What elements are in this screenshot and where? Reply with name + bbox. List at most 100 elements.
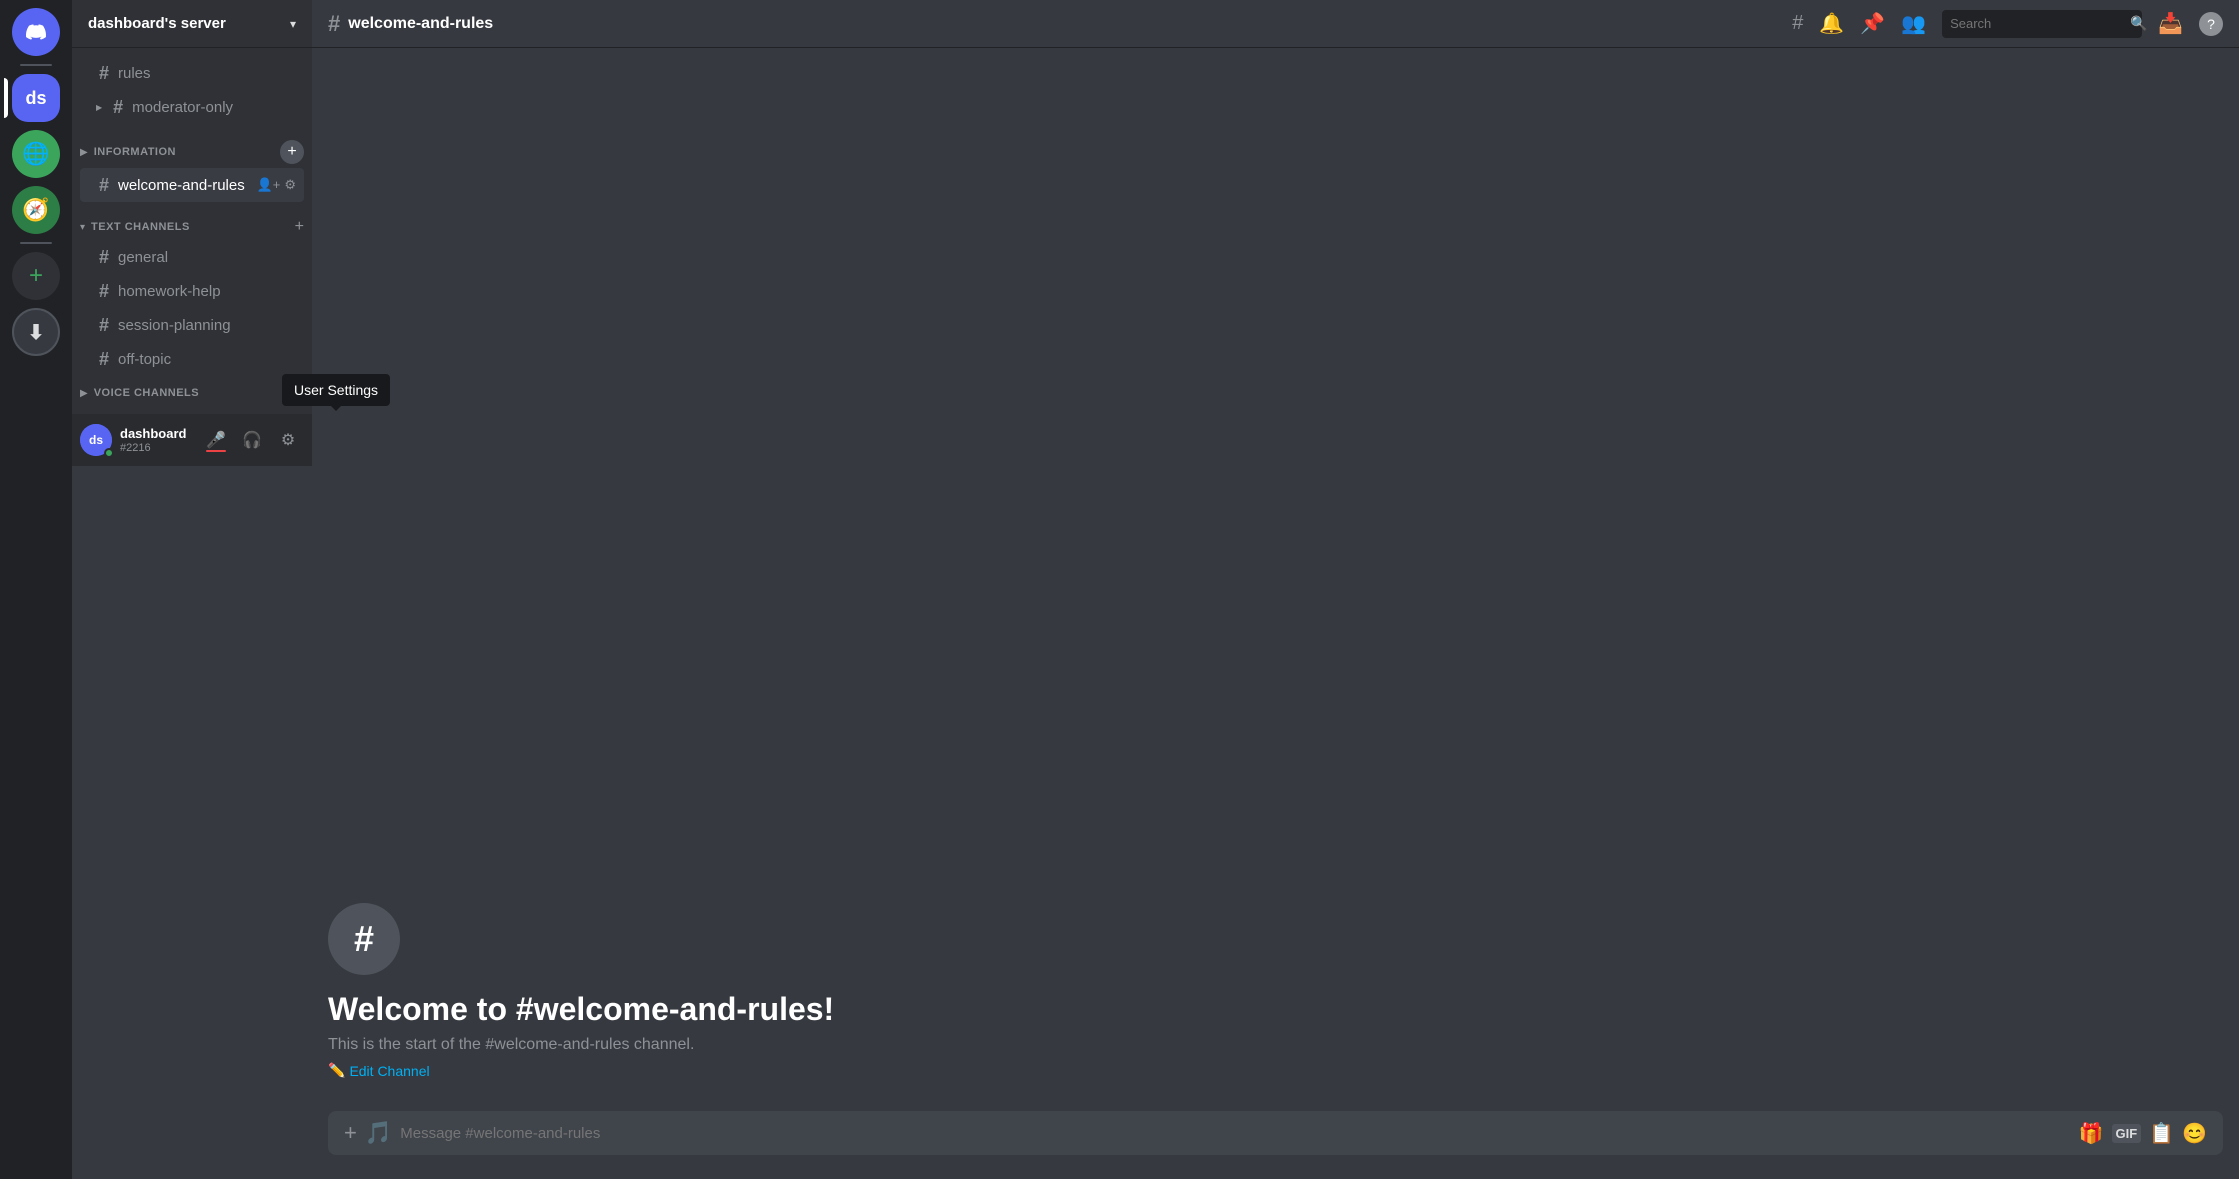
server-divider bbox=[20, 64, 52, 66]
mute-line bbox=[206, 450, 226, 452]
hash-icon-5: # bbox=[96, 281, 112, 302]
channel-item-off-topic[interactable]: # off-topic bbox=[80, 342, 304, 376]
section-arrow-icon: ▶ bbox=[80, 147, 88, 158]
server-icon-ds-wrapper: ds bbox=[12, 74, 60, 122]
section-add-text-button[interactable]: + bbox=[295, 218, 304, 236]
section-arrow-text-icon: ▾ bbox=[80, 222, 85, 233]
server-icon-compass[interactable]: 🧭 bbox=[12, 186, 60, 234]
channel-header-name: welcome-and-rules bbox=[348, 15, 493, 33]
channel-item-session-planning[interactable]: # session-planning bbox=[80, 308, 304, 342]
edit-channel-link[interactable]: ✏️ Edit Channel bbox=[328, 1062, 2223, 1079]
channel-name-welcome: welcome-and-rules bbox=[118, 177, 245, 194]
search-input[interactable] bbox=[1950, 16, 2126, 31]
header-actions: # 🔔 📌 👥 🔍 📥 ? bbox=[1792, 10, 2223, 38]
message-input-area: + 🎵 🎁 GIF 📋 😊 bbox=[312, 1111, 2239, 1179]
emoji-icon[interactable]: 😊 bbox=[2182, 1121, 2207, 1146]
channel-name-general: general bbox=[118, 249, 168, 266]
username: dashboard bbox=[120, 426, 192, 442]
main-content: # welcome-and-rules # 🔔 📌 👥 🔍 📥 ? # Welc… bbox=[312, 0, 2239, 1179]
channel-name-moderator: moderator-only bbox=[132, 99, 233, 116]
user-discriminator: #2216 bbox=[120, 442, 192, 454]
server-divider-2 bbox=[20, 242, 52, 244]
hash-icon-6: # bbox=[96, 315, 112, 336]
channel-name: rules bbox=[118, 65, 151, 82]
search-icon: 🔍 bbox=[2130, 15, 2147, 32]
messages-area: # Welcome to #welcome-and-rules! This is… bbox=[312, 48, 2239, 1111]
threads-icon[interactable]: # bbox=[1792, 12, 1803, 35]
section-text-channels: ▾ TEXT CHANNELS + bbox=[72, 202, 312, 240]
channel-item-homework-help[interactable]: # homework-help bbox=[80, 274, 304, 308]
pin-icon[interactable]: 📌 bbox=[1860, 11, 1885, 36]
welcome-icon: # bbox=[328, 903, 400, 975]
notifications-icon[interactable]: 🔔 bbox=[1819, 11, 1844, 36]
settings-icon[interactable]: ⚙ bbox=[284, 177, 296, 193]
help-icon[interactable]: ? bbox=[2199, 12, 2223, 36]
section-add-button-information[interactable]: + bbox=[280, 140, 304, 164]
bullet-icon: ▶ bbox=[96, 103, 102, 112]
hash-icon-2: # bbox=[110, 97, 126, 118]
user-settings-button[interactable]: ⚙ bbox=[272, 424, 304, 456]
server-icon-ds[interactable]: ds bbox=[12, 74, 60, 122]
hash-icon-3: # bbox=[96, 175, 112, 196]
user-avatar: ds bbox=[80, 424, 112, 456]
section-voice-channels: ▶ VOICE CHANNELS + bbox=[72, 380, 312, 406]
user-settings-tooltip: User Settings bbox=[282, 374, 390, 406]
welcome-subtitle: This is the start of the #welcome-and-ru… bbox=[328, 1036, 2223, 1054]
user-actions: 🎤 🎧 ⚙ bbox=[200, 424, 304, 456]
gift-icon[interactable]: 🎁 bbox=[2079, 1121, 2104, 1146]
mute-button[interactable]: 🎤 bbox=[200, 424, 232, 456]
server-icon-download[interactable]: ⬇ bbox=[12, 308, 60, 356]
members-icon[interactable]: 👥 bbox=[1901, 11, 1926, 36]
message-input-actions: 🎁 GIF 📋 😊 bbox=[2079, 1121, 2207, 1146]
section-voice-left: ▶ VOICE CHANNELS bbox=[80, 387, 199, 399]
channel-name-session-planning: session-planning bbox=[118, 317, 231, 334]
channel-item-welcome-and-rules[interactable]: # welcome-and-rules 👤+ ⚙ bbox=[80, 168, 304, 202]
user-info: dashboard #2216 bbox=[120, 426, 192, 454]
server-list: ds 🌐 🧭 + ⬇ bbox=[0, 0, 72, 1179]
gif-icon[interactable]: GIF bbox=[2112, 1124, 2142, 1143]
channel-item-rules[interactable]: # rules bbox=[80, 56, 304, 90]
section-text-left: ▾ TEXT CHANNELS bbox=[80, 221, 190, 233]
server-header[interactable]: dashboard's server ▾ bbox=[72, 0, 312, 48]
hash-icon-4: # bbox=[96, 247, 112, 268]
hash-icon-7: # bbox=[96, 349, 112, 370]
channel-item-actions: 👤+ ⚙ bbox=[257, 177, 296, 193]
channel-welcome: # Welcome to #welcome-and-rules! This is… bbox=[312, 903, 2239, 1095]
inbox-icon[interactable]: 📥 bbox=[2158, 11, 2183, 36]
section-label-voice-channels[interactable]: VOICE CHANNELS bbox=[94, 387, 199, 399]
headphones-button[interactable]: 🎧 bbox=[236, 424, 268, 456]
channel-name-homework-help: homework-help bbox=[118, 283, 221, 300]
section-label-information[interactable]: INFORMATION bbox=[94, 146, 176, 158]
channel-sidebar: dashboard's server ▾ # rules ▶ # moderat… bbox=[72, 0, 312, 1179]
message-input-box: + 🎵 🎁 GIF 📋 😊 bbox=[328, 1111, 2223, 1155]
add-member-icon[interactable]: 👤+ bbox=[257, 177, 281, 193]
svg-text:ds: ds bbox=[89, 433, 103, 447]
server-icon-green[interactable]: 🌐 bbox=[12, 130, 60, 178]
server-icon-home[interactable] bbox=[12, 8, 60, 56]
section-information: ▶ INFORMATION + bbox=[72, 124, 312, 168]
chevron-down-icon: ▾ bbox=[290, 17, 296, 31]
hash-icon: # bbox=[96, 63, 112, 84]
channel-name-off-topic: off-topic bbox=[118, 351, 171, 368]
pencil-icon: ✏️ bbox=[328, 1062, 345, 1079]
section-arrow-voice-icon: ▶ bbox=[80, 388, 88, 399]
message-input[interactable] bbox=[400, 1125, 2070, 1142]
section-label-text-channels[interactable]: TEXT CHANNELS bbox=[91, 221, 190, 233]
channel-item-moderator-only[interactable]: ▶ # moderator-only bbox=[80, 90, 304, 124]
edit-channel-label: Edit Channel bbox=[349, 1063, 429, 1079]
channel-header-hash-icon: # bbox=[328, 11, 340, 37]
channel-list: # rules ▶ # moderator-only ▶ INFORMATION… bbox=[72, 48, 312, 414]
status-indicator bbox=[104, 448, 114, 458]
add-attachment-button[interactable]: + bbox=[344, 1120, 357, 1146]
server-name: dashboard's server bbox=[88, 15, 226, 32]
user-panel: ds dashboard #2216 🎤 🎧 ⚙ bbox=[72, 414, 312, 466]
server-icon-add[interactable]: + bbox=[12, 252, 60, 300]
channel-header: # welcome-and-rules # 🔔 📌 👥 🔍 📥 ? bbox=[312, 0, 2239, 48]
active-indicator bbox=[4, 78, 8, 118]
section-information-left: ▶ INFORMATION bbox=[80, 146, 176, 158]
search-bar[interactable]: 🔍 bbox=[1942, 10, 2142, 38]
sticker-icon[interactable]: 📋 bbox=[2149, 1121, 2174, 1146]
emoji-sticker-icon[interactable]: 🎵 bbox=[365, 1120, 392, 1146]
channel-item-general[interactable]: # general bbox=[80, 240, 304, 274]
welcome-title: Welcome to #welcome-and-rules! bbox=[328, 991, 2223, 1028]
